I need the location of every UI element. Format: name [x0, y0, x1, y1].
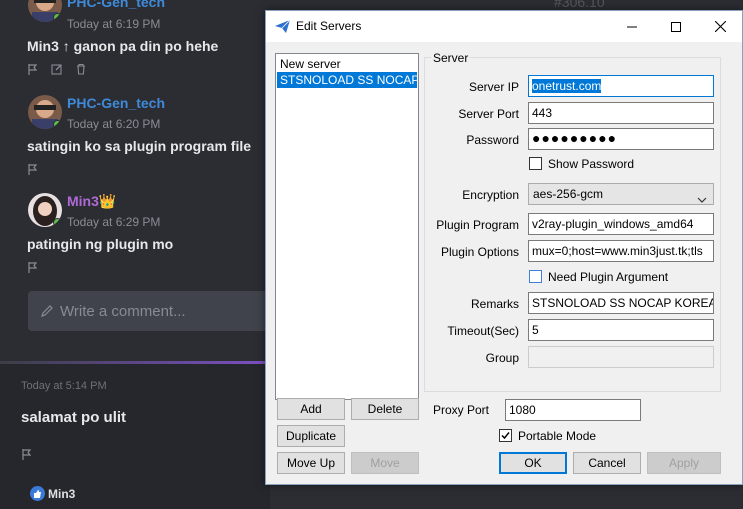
show-password-checkbox[interactable] [529, 157, 542, 170]
server-group-title: Server [431, 51, 471, 65]
close-button[interactable] [698, 11, 742, 42]
thumbs-up-icon [30, 486, 45, 501]
move-up-button[interactable]: Move Up [277, 452, 345, 474]
reply-body: salamat po ulit [21, 409, 127, 426]
timeout-label: Timeout(Sec) [447, 324, 519, 338]
minimize-icon [627, 26, 637, 27]
server-port-field[interactable]: 443 [528, 102, 714, 124]
flag-icon[interactable] [27, 162, 39, 175]
online-indicator [53, 120, 62, 129]
reaction-summary[interactable]: Min3 [30, 486, 75, 501]
flag-icon[interactable] [27, 260, 39, 273]
proxy-port-label: Proxy Port [432, 403, 489, 417]
post-author[interactable]: PHC-Gen_tech [67, 95, 165, 111]
move-button[interactable]: Move [351, 452, 419, 474]
comment-placeholder: Write a comment... [60, 303, 186, 320]
portable-mode-checkbox[interactable] [499, 429, 512, 442]
ok-button[interactable]: OK [499, 452, 567, 474]
post-body: patingin ng plugin mo [27, 236, 174, 252]
dialog-title: Edit Servers [296, 19, 362, 33]
plugin-program-field[interactable]: v2ray-plugin_windows_amd64 [528, 213, 714, 235]
encryption-select[interactable]: aes-256-gcm [528, 183, 714, 205]
maximize-icon [671, 21, 681, 32]
post-number[interactable]: #306.10 [554, 0, 605, 10]
edit-icon[interactable] [51, 62, 63, 75]
post-actions [27, 62, 87, 75]
reply-time[interactable]: Today at 5:14 PM [21, 380, 107, 392]
server-list-item-selected[interactable]: STSNOLOAD SS NOCAP KOREASERVER [277, 72, 417, 88]
remarks-label: Remarks [470, 297, 519, 311]
minimize-button[interactable] [610, 11, 654, 42]
remarks-field[interactable]: STSNOLOAD SS NOCAP KOREASERVER [528, 292, 714, 314]
apply-button[interactable]: Apply [647, 452, 721, 474]
server-list-item[interactable]: New server [277, 56, 417, 72]
post-author[interactable]: Min3👑 [67, 193, 116, 210]
chevron-down-icon [697, 190, 707, 203]
encryption-value: aes-256-gcm [533, 187, 604, 201]
encryption-label: Encryption [462, 188, 519, 202]
avatar[interactable] [28, 95, 62, 129]
group-label: Group [485, 351, 519, 365]
need-plugin-argument-label[interactable]: Need Plugin Argument [548, 270, 668, 284]
password-field[interactable]: ●●●●●●●●● [528, 128, 714, 150]
plugin-options-field[interactable]: mux=0;host=www.min3just.tk;tls [528, 240, 714, 262]
comment-input[interactable]: Write a comment... [28, 291, 278, 331]
online-indicator [53, 218, 62, 227]
server-list[interactable]: New server STSNOLOAD SS NOCAP KOREASERVE… [275, 53, 419, 400]
checkmark-icon [501, 432, 510, 440]
server-ip-label: Server IP [468, 80, 519, 94]
maximize-button[interactable] [654, 11, 698, 42]
post-author[interactable]: PHC-Gen_tech [67, 0, 165, 10]
title-bar[interactable]: Edit Servers [266, 11, 742, 42]
post-time[interactable]: Today at 6:19 PM [67, 17, 160, 31]
add-button[interactable]: Add [277, 398, 345, 420]
proxy-port-field[interactable]: 1080 [505, 399, 641, 421]
password-label: Password [466, 133, 519, 147]
avatar[interactable] [28, 0, 62, 22]
edit-servers-dialog: Edit Servers New server STSNOLOAD SS NOC… [265, 10, 743, 485]
cancel-button[interactable]: Cancel [573, 452, 641, 474]
post-body: Min3 ↑ ganon pa din po hehe [27, 38, 219, 54]
timeout-field[interactable]: 5 [528, 319, 714, 341]
duplicate-button[interactable]: Duplicate [277, 425, 345, 447]
avatar[interactable] [28, 193, 62, 227]
server-ip-value: onetrust.com [532, 79, 602, 93]
flag-icon[interactable] [21, 447, 33, 460]
pencil-icon [40, 304, 54, 318]
post-time[interactable]: Today at 6:29 PM [67, 215, 160, 229]
need-plugin-argument-checkbox[interactable] [529, 270, 542, 283]
server-ip-field[interactable]: onetrust.com [528, 75, 714, 97]
post-time[interactable]: Today at 6:20 PM [67, 117, 160, 131]
post-actions [27, 260, 39, 273]
trash-icon[interactable] [75, 62, 87, 75]
reaction-user: Min3 [48, 486, 76, 501]
show-password-label[interactable]: Show Password [548, 157, 634, 171]
plugin-options-label: Plugin Options [440, 245, 519, 259]
group-field[interactable] [528, 346, 714, 368]
portable-mode-label[interactable]: Portable Mode [518, 429, 596, 443]
plugin-program-label: Plugin Program [436, 218, 519, 232]
post-body: satingin ko sa plugin program file [27, 138, 252, 154]
server-port-label: Server Port [458, 107, 519, 121]
flag-icon[interactable] [27, 62, 39, 75]
paper-plane-icon [275, 19, 291, 33]
online-indicator [53, 13, 62, 22]
close-icon [714, 21, 726, 32]
post-actions [27, 162, 39, 175]
